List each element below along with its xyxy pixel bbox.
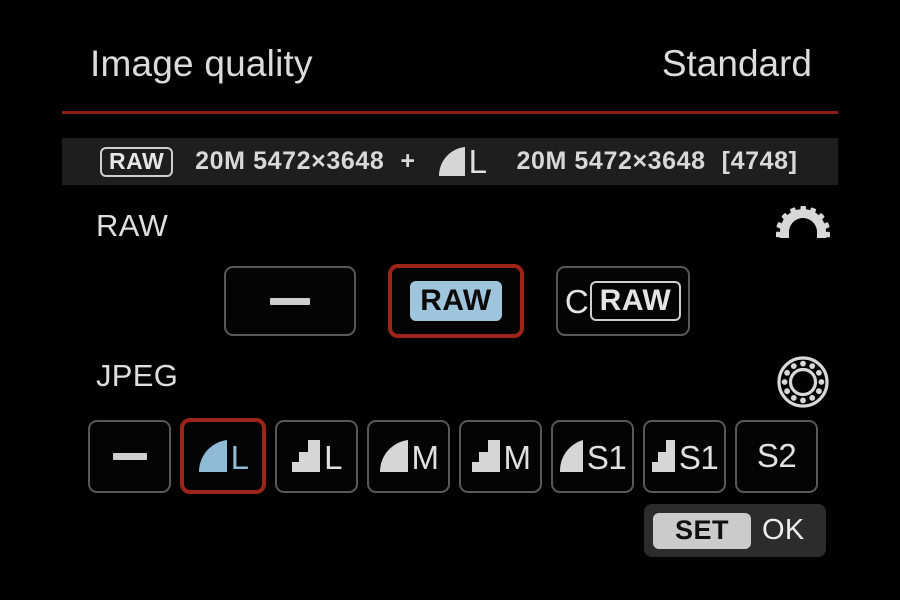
raw-option-row: RAW C RAW <box>224 264 690 338</box>
jpeg-option-row: L L M M S1 S1 S2 <box>88 418 818 494</box>
jpeg-option-fine-s1[interactable]: S1 <box>551 419 634 493</box>
main-dial-icon <box>776 206 830 250</box>
jpeg-size-letter: L <box>468 142 487 180</box>
camera-menu-screen: Image quality Standard RAW 20M 5472×3648… <box>0 0 900 600</box>
quick-control-dial-icon <box>776 355 830 409</box>
normal-quality-step-icon <box>471 439 501 473</box>
jpeg-size-letter: S1 <box>586 438 627 476</box>
raw-option-raw[interactable]: RAW <box>388 264 524 338</box>
raw-format-badge: RAW <box>100 146 174 177</box>
craw-prefix-letter: C <box>564 282 589 320</box>
jpeg-option-normal-l[interactable]: L <box>275 419 358 493</box>
remaining-shots-text: [4748] <box>721 147 798 175</box>
jpeg-option-normal-s1[interactable]: S1 <box>643 419 726 493</box>
jpeg-option-s2[interactable]: S2 <box>735 419 818 493</box>
jpeg-size-letter: M <box>503 438 532 476</box>
jpeg-size-letter: L <box>230 438 249 476</box>
raw-option-none[interactable] <box>224 266 356 336</box>
jpeg-option-fine-m[interactable]: M <box>367 419 450 493</box>
jpeg-option-normal-m[interactable]: M <box>459 419 542 493</box>
shooting-mode-label: Standard <box>661 43 812 84</box>
jpeg-fine-quality-icon: L <box>438 142 487 180</box>
jpeg-size-letter: S1 <box>678 438 719 476</box>
fine-quality-arc-icon <box>379 439 409 473</box>
raw-option-craw[interactable]: C RAW <box>556 266 690 336</box>
jpeg-size-letter: M <box>411 438 440 476</box>
set-ok-footer[interactable]: SET OK <box>644 504 826 557</box>
raw-section-label: RAW <box>96 208 169 243</box>
jpeg-size-letter: S2 <box>756 437 797 474</box>
jpeg-option-none[interactable] <box>88 419 171 493</box>
craw-chip-icon: RAW <box>589 281 682 321</box>
normal-quality-step-icon <box>651 439 676 473</box>
image-quality-summary-bar: RAW 20M 5472×3648 + L 20M 5472×3648 [474… <box>62 138 838 185</box>
jpeg-size-letter: L <box>324 438 342 476</box>
plus-separator: + <box>400 147 416 175</box>
raw-chip-icon: RAW <box>410 281 502 321</box>
ok-label: OK <box>762 514 805 546</box>
dash-icon <box>270 297 310 305</box>
dash-icon <box>112 452 147 460</box>
normal-quality-step-icon <box>291 439 321 473</box>
screen-header: Image quality Standard <box>62 44 838 114</box>
jpeg-section-label: JPEG <box>96 358 179 393</box>
fine-quality-arc-icon <box>198 439 228 473</box>
page-title: Image quality <box>90 43 313 84</box>
jpeg-option-fine-l[interactable]: L <box>180 418 266 494</box>
jpeg-resolution-text: 20M 5472×3648 <box>516 147 706 175</box>
raw-resolution-text: 20M 5472×3648 <box>195 147 385 175</box>
set-button-badge[interactable]: SET <box>653 512 751 549</box>
fine-quality-arc-icon <box>559 439 584 473</box>
